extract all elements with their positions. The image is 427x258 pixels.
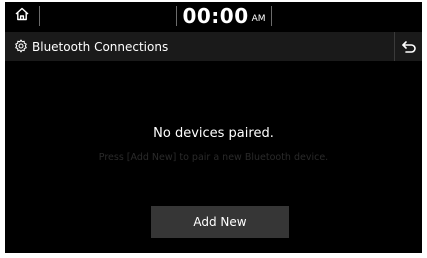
home-icon (14, 6, 30, 26)
settings-gear-icon (14, 39, 28, 53)
clock: 00:00 AM (179, 2, 269, 30)
pairing-hint: Press [Add New] to pair a new Bluetooth … (98, 152, 329, 163)
home-button[interactable] (5, 2, 39, 30)
clock-time: 00:00 (182, 4, 249, 28)
head-unit-screen: 00:00 AM Bluetooth Connections No device… (5, 2, 422, 253)
title-bar: Bluetooth Connections (5, 32, 422, 61)
status-divider (176, 6, 177, 26)
back-button[interactable] (394, 32, 422, 61)
add-new-button[interactable]: Add New (151, 206, 289, 238)
back-arrow-icon (401, 40, 417, 54)
clock-ampm: AM (251, 14, 266, 24)
no-devices-message: No devices paired. (153, 126, 274, 141)
status-divider (271, 6, 272, 26)
page-title: Bluetooth Connections (32, 39, 169, 54)
status-bar: 00:00 AM (5, 2, 422, 30)
status-divider (39, 6, 40, 26)
